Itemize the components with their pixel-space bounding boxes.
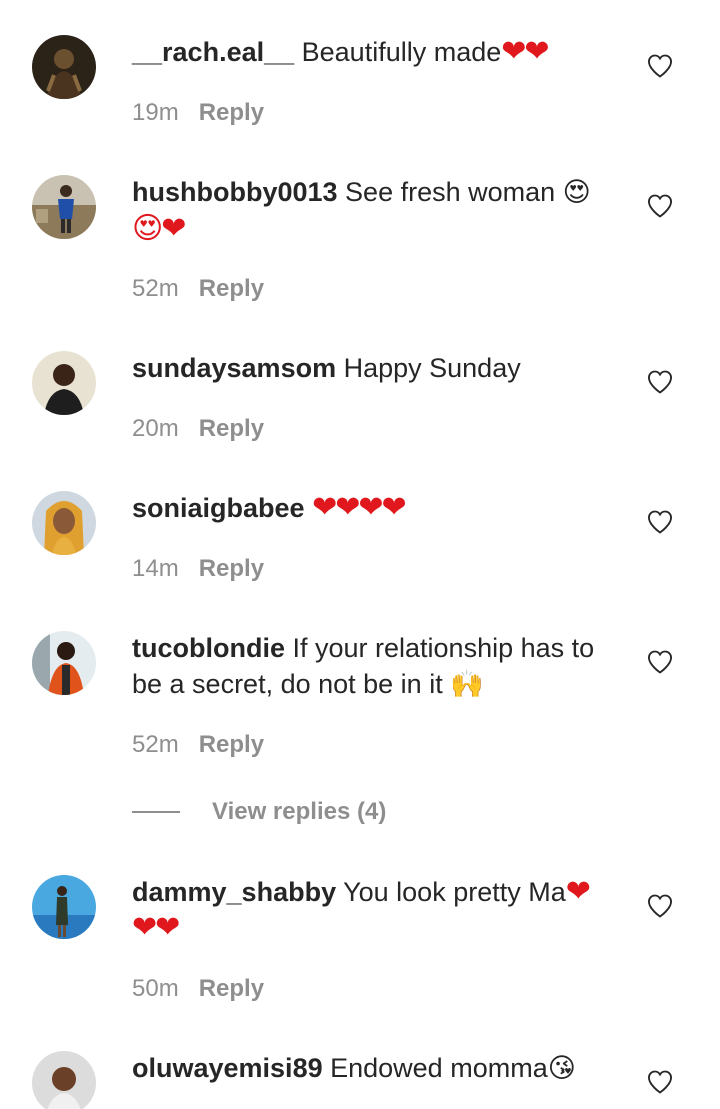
- heart-outline-icon: [647, 370, 673, 394]
- heart-emoji: ❤❤: [501, 34, 549, 69]
- heart-emoji: ❤: [565, 874, 591, 909]
- comment-body: tucoblondie If your relationship has to …: [132, 630, 612, 703]
- avatar[interactable]: [32, 631, 96, 695]
- comment-body: __rach.eal__ Beautifully made❤❤: [132, 34, 612, 70]
- avatar[interactable]: [32, 491, 96, 555]
- emoji-line: 😍❤: [132, 211, 186, 246]
- reply-button[interactable]: Reply: [199, 555, 264, 582]
- comment-body: sundaysamsom Happy Sunday: [132, 350, 612, 386]
- reply-button[interactable]: Reply: [199, 415, 264, 442]
- comment-username[interactable]: __rach.eal__: [132, 37, 294, 67]
- reply-button[interactable]: Reply: [199, 99, 264, 126]
- comment-body: hushbobby0013 See fresh woman 😍 😍❤: [132, 174, 612, 247]
- view-replies-label: View replies (4): [212, 798, 387, 825]
- divider-line: [132, 811, 180, 813]
- comment-meta: 52m Reply: [132, 274, 264, 304]
- avatar[interactable]: [32, 875, 96, 939]
- comment-meta: 50m Reply: [132, 974, 264, 1004]
- avatar[interactable]: [32, 175, 96, 239]
- avatar[interactable]: [32, 351, 96, 415]
- comment-text: See fresh woman: [337, 177, 563, 207]
- comment-text: Happy Sunday: [336, 353, 521, 383]
- comment-text: Endowed momma: [322, 1053, 548, 1083]
- comment-username[interactable]: oluwayemisi89: [132, 1053, 323, 1083]
- like-button[interactable]: [646, 192, 674, 220]
- heart-outline-icon: [647, 894, 673, 918]
- heart-outline-icon: [647, 1070, 673, 1094]
- comment-username[interactable]: sundaysamsom: [132, 353, 336, 383]
- comment-body: dammy_shabby You look pretty Ma❤ ❤❤: [132, 874, 612, 946]
- comment-meta: 19m Reply: [132, 98, 264, 128]
- heart-outline-icon: [647, 54, 673, 78]
- heart-outline-icon: [647, 650, 673, 674]
- comment-meta: 20m Reply: [132, 414, 264, 444]
- comment-body: soniaigbabee ❤❤❤❤: [132, 490, 612, 526]
- like-button[interactable]: [646, 52, 674, 80]
- kissing-face-emoji: 😘: [547, 1053, 576, 1084]
- heart-outline-icon: [647, 194, 673, 218]
- heart-emoji: ❤❤❤❤: [312, 490, 407, 525]
- comment-username[interactable]: tucoblondie: [132, 633, 285, 663]
- view-replies-button[interactable]: View replies (4): [132, 796, 386, 828]
- avatar[interactable]: [32, 35, 96, 99]
- like-button[interactable]: [646, 1068, 674, 1096]
- comment-time: 20m: [132, 415, 179, 442]
- comment-time: 14m: [132, 555, 179, 582]
- comment-body: oluwayemisi89 Endowed momma😘: [132, 1050, 612, 1087]
- like-button[interactable]: [646, 648, 674, 676]
- comment-time: 19m: [132, 99, 179, 126]
- comment-time: 50m: [132, 975, 179, 1002]
- like-button[interactable]: [646, 508, 674, 536]
- comment-username[interactable]: soniaigbabee: [132, 493, 305, 523]
- like-button[interactable]: [646, 368, 674, 396]
- comment-meta: 14m Reply: [132, 554, 264, 584]
- reply-button[interactable]: Reply: [199, 731, 264, 758]
- emoji-line: ❤❤: [132, 910, 180, 945]
- avatar[interactable]: [32, 1051, 96, 1109]
- heart-outline-icon: [647, 510, 673, 534]
- raising-hands-emoji: 🙌: [450, 669, 484, 700]
- reply-button[interactable]: Reply: [199, 975, 264, 1002]
- like-button[interactable]: [646, 892, 674, 920]
- comment-meta: 52m Reply: [132, 730, 264, 760]
- comment-text: [305, 493, 313, 523]
- comment-username[interactable]: hushbobby0013: [132, 177, 338, 207]
- heart-eyes-emoji: 😍: [562, 177, 591, 208]
- comment-time: 52m: [132, 731, 179, 758]
- comment-username[interactable]: dammy_shabby: [132, 877, 336, 907]
- reply-button[interactable]: Reply: [199, 275, 264, 302]
- comment-text: Beautifully made: [294, 37, 502, 67]
- comment-time: 52m: [132, 275, 179, 302]
- comment-text: You look pretty Ma: [336, 877, 566, 907]
